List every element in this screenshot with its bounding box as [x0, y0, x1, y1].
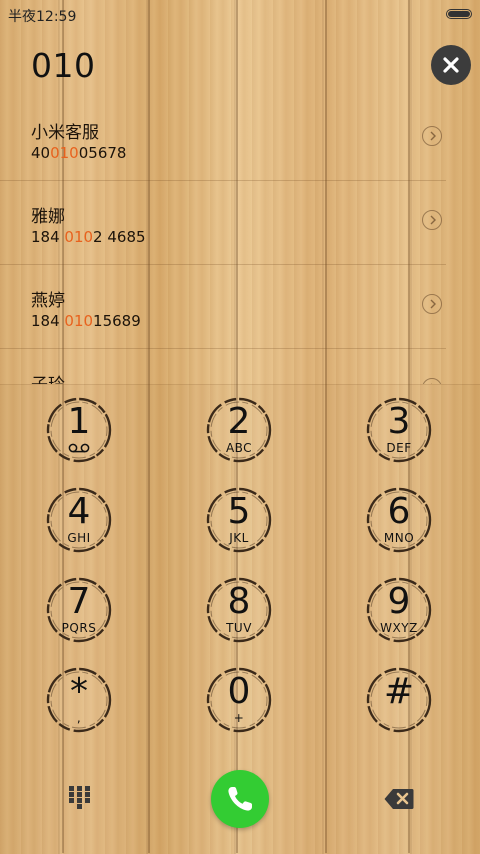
contact-detail-button[interactable]: [422, 210, 442, 230]
key-letters: ABC: [225, 441, 253, 455]
contact-detail-button[interactable]: [422, 126, 442, 146]
chevron-right-icon: [430, 131, 436, 141]
contact-phone: 184 0102 4685: [31, 228, 146, 246]
chevron-right-icon: [430, 299, 436, 309]
contact-name: 雅娜: [31, 207, 65, 227]
key-2[interactable]: 2 ABC: [203, 394, 275, 466]
phone-icon: [228, 787, 252, 811]
chevron-right-icon: [430, 215, 436, 225]
key-letters: +: [233, 711, 245, 725]
contact-item[interactable]: 燕婷 184 01015689: [0, 264, 446, 349]
key-letters: JKL: [229, 531, 249, 545]
key-4[interactable]: 4 GHI: [43, 484, 115, 556]
contact-name: 小米客服: [31, 123, 99, 143]
contact-item[interactable]: 子玲: [0, 348, 446, 384]
key-letters: ,: [76, 711, 82, 725]
key-5[interactable]: 5 JKL: [203, 484, 275, 556]
key-6[interactable]: 6 MNO: [363, 484, 435, 556]
key-letters: PQRS: [61, 621, 97, 635]
backspace-icon[interactable]: [384, 788, 414, 810]
contact-phone: 184 01015689: [31, 312, 141, 330]
key-0[interactable]: 0 +: [203, 664, 275, 736]
key-9[interactable]: 9 WXYZ: [363, 574, 435, 646]
key-digit: 3: [387, 401, 411, 442]
key-digit: 6: [387, 491, 411, 532]
dialed-number: 010: [31, 46, 96, 85]
key-8[interactable]: 8 TUV: [203, 574, 275, 646]
key-digit: 9: [387, 581, 411, 622]
bottom-bar: [0, 748, 480, 853]
key-1[interactable]: 1: [43, 394, 115, 466]
key-hash[interactable]: #: [363, 664, 435, 736]
status-bar: 半夜12:59: [0, 0, 480, 28]
close-icon: [443, 57, 459, 73]
key-star[interactable]: *,: [43, 664, 115, 736]
dialpad-icon[interactable]: [69, 786, 91, 810]
key-letters: TUV: [226, 621, 252, 635]
key-digit: 2: [227, 401, 251, 442]
contact-phone: 4001005678: [31, 144, 127, 162]
key-digit: 8: [227, 581, 251, 622]
key-digit: 1: [67, 401, 91, 442]
key-digit: *: [70, 671, 88, 712]
key-digit: 7: [67, 581, 91, 622]
key-digit: 0: [227, 671, 251, 712]
key-letters: MNO: [383, 531, 415, 545]
key-digit: #: [383, 671, 415, 712]
key-digit: 4: [67, 491, 91, 532]
key-7[interactable]: 7 PQRS: [43, 574, 115, 646]
contact-item[interactable]: 雅娜 184 0102 4685: [0, 180, 446, 265]
key-digit: 5: [227, 491, 251, 532]
call-button[interactable]: [211, 770, 269, 828]
clear-button[interactable]: [431, 45, 471, 85]
battery-icon: [446, 9, 472, 19]
voicemail-icon: [68, 443, 90, 453]
key-letters: WXYZ: [380, 621, 418, 635]
key-letters: DEF: [386, 441, 412, 455]
key-3[interactable]: 3 DEF: [363, 394, 435, 466]
status-time: 半夜12:59: [8, 9, 77, 25]
contact-name: 子玲: [31, 370, 65, 384]
contact-name: 燕婷: [31, 291, 65, 311]
key-letters: GHI: [67, 531, 91, 545]
contact-detail-button[interactable]: [422, 294, 442, 314]
contact-item[interactable]: 小米客服 4001005678: [0, 96, 446, 181]
